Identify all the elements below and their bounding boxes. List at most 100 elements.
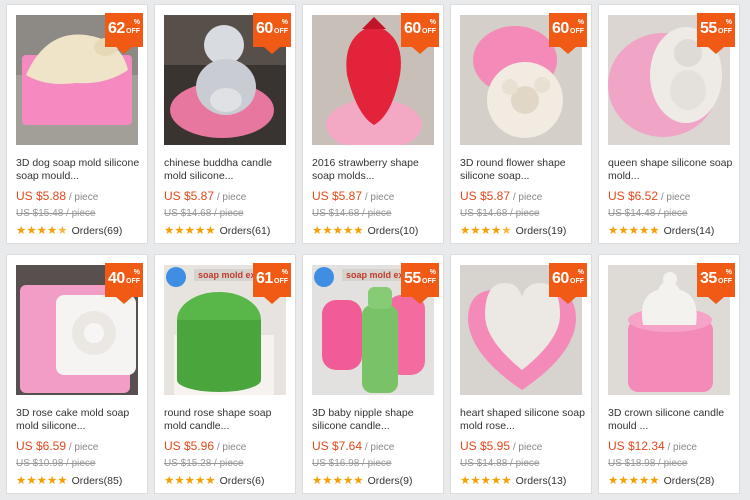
- original-price: US $18.98 / piece: [608, 458, 688, 469]
- price-amount: US $5.88: [16, 189, 67, 203]
- original-price: US $16.98 / piece: [312, 458, 392, 469]
- rating-stars: ★ ★ ★ ★ ★: [608, 225, 660, 237]
- star-icon: ★: [353, 475, 364, 487]
- orders-count[interactable]: Orders(61): [220, 225, 271, 237]
- orders-count[interactable]: Orders(9): [368, 475, 413, 487]
- rating-stars: ★ ★ ★ ★ ★: [164, 225, 216, 237]
- rating-row: ★ ★ ★ ★ ★ Orders(6): [164, 475, 294, 487]
- price-unit: / piece: [214, 442, 247, 453]
- price: US $12.34 / piece: [608, 439, 697, 453]
- original-price: US $10.98 / piece: [16, 458, 96, 469]
- product-title[interactable]: 3D baby nipple shape silicone candle...: [312, 407, 440, 433]
- percent-sign: %: [725, 269, 732, 276]
- product-card[interactable]: 60% OFF heart shaped silicone soap mold ro…: [450, 254, 592, 494]
- percent-sign: %: [133, 19, 140, 26]
- orders-count[interactable]: Orders(85): [72, 475, 123, 487]
- product-title[interactable]: heart shaped silicone soap mold rose...: [460, 407, 588, 433]
- star-icon: ★: [342, 225, 354, 237]
- orders-count[interactable]: Orders(10): [368, 225, 419, 237]
- product-card[interactable]: soap mold ex 61% OFF round rose shape soap …: [154, 254, 296, 494]
- product-card[interactable]: 40% OFF 3D rose cake mold soap mold silico…: [6, 254, 148, 494]
- discount-percent: 60: [256, 20, 273, 37]
- price: US $5.87 / piece: [460, 189, 542, 203]
- star-icon: ★: [57, 225, 68, 237]
- star-icon: ★: [184, 475, 195, 487]
- star-icon: ★: [608, 475, 619, 487]
- off-label: OFF: [718, 28, 732, 35]
- rating-stars: ★ ★ ★ ★ ★: [312, 475, 364, 487]
- orders-count[interactable]: Orders(28): [664, 475, 715, 487]
- original-price: US $15.28 / piece: [164, 458, 244, 469]
- discount-percent: 55: [404, 270, 421, 287]
- star-icon: ★: [353, 225, 364, 237]
- price-amount: US $5.87: [312, 189, 363, 203]
- price-unit: / piece: [510, 442, 543, 453]
- orders-count[interactable]: Orders(19): [516, 225, 567, 237]
- price-unit: / piece: [66, 442, 99, 453]
- product-title[interactable]: chinese buddha candle mold silicone...: [164, 157, 292, 183]
- discount-badge: 60% OFF: [253, 13, 291, 54]
- star-icon: ★: [332, 475, 343, 487]
- product-title[interactable]: round rose shape soap mold candle...: [164, 407, 292, 433]
- orders-count[interactable]: Orders(6): [220, 475, 265, 487]
- star-icon: ★: [57, 475, 68, 487]
- original-price: US $14.48 / piece: [608, 208, 688, 219]
- price-unit: / piece: [362, 442, 395, 453]
- product-card[interactable]: 60% OFF 2016 strawberry shape soap molds..…: [302, 4, 444, 244]
- star-icon: ★: [322, 475, 333, 487]
- star-icon: ★: [470, 225, 481, 237]
- star-icon: ★: [490, 475, 502, 487]
- star-icon: ★: [164, 475, 175, 487]
- price: US $6.52 / piece: [608, 189, 690, 203]
- percent-sign: %: [577, 269, 584, 276]
- product-title[interactable]: 2016 strawberry shape soap molds...: [312, 157, 440, 183]
- price-amount: US $12.34: [608, 439, 665, 453]
- star-icon: ★: [608, 225, 619, 237]
- product-card[interactable]: 62% OFF 3D dog soap mold silicone soap mou…: [6, 4, 148, 244]
- off-label: OFF: [274, 28, 288, 35]
- discount-percent: 62: [108, 20, 125, 37]
- product-title[interactable]: 3D round flower shape silicone soap...: [460, 157, 588, 183]
- star-icon: ★: [480, 475, 491, 487]
- star-icon: ★: [312, 475, 323, 487]
- product-title[interactable]: 3D rose cake mold soap mold silicone...: [16, 407, 144, 433]
- star-icon: ★: [628, 475, 639, 487]
- product-card[interactable]: 55% OFF queen shape silicone soap mold... U…: [598, 4, 740, 244]
- star-icon: ★: [490, 225, 502, 237]
- price: US $7.64 / piece: [312, 439, 394, 453]
- price-unit: / piece: [658, 192, 691, 203]
- orders-count[interactable]: Orders(13): [516, 475, 567, 487]
- discount-badge: 35% OFF: [697, 263, 735, 304]
- discount-badge: 60% OFF: [549, 263, 587, 304]
- percent-sign: %: [429, 269, 436, 276]
- rating-stars: ★ ★ ★ ★ ★: [312, 225, 364, 237]
- star-icon: ★: [194, 225, 206, 237]
- rating-row: ★ ★ ★ ★ ★ Orders(19): [460, 225, 590, 237]
- price: US $5.88 / piece: [16, 189, 98, 203]
- discount-percent: 55: [700, 20, 717, 37]
- price-unit: / piece: [66, 192, 99, 203]
- discount-percent: 60: [552, 20, 569, 37]
- star-icon: ★: [501, 225, 512, 237]
- off-label: OFF: [422, 28, 436, 35]
- star-icon: ★: [205, 225, 216, 237]
- product-card[interactable]: 35% OFF 3D crown silicone candle mould ...…: [598, 254, 740, 494]
- product-title[interactable]: 3D crown silicone candle mould ...: [608, 407, 736, 433]
- discount-percent: 60: [404, 20, 421, 37]
- star-icon: ★: [649, 475, 660, 487]
- orders-count[interactable]: Orders(14): [664, 225, 715, 237]
- product-card[interactable]: soap mold ex 55% OFF 3D baby nipple shape s…: [302, 254, 444, 494]
- percent-sign: %: [281, 19, 288, 26]
- price-amount: US $6.52: [608, 189, 659, 203]
- product-card[interactable]: 60% OFF 3D round flower shape silicone soa…: [450, 4, 592, 244]
- star-icon: ★: [312, 225, 323, 237]
- product-card[interactable]: 60% OFF chinese buddha candle mold silicon…: [154, 4, 296, 244]
- star-icon: ★: [36, 475, 47, 487]
- price-amount: US $6.59: [16, 439, 67, 453]
- off-label: OFF: [422, 278, 436, 285]
- rating-row: ★ ★ ★ ★ ★ Orders(28): [608, 475, 738, 487]
- product-title[interactable]: 3D dog soap mold silicone soap mould...: [16, 157, 144, 183]
- orders-count[interactable]: Orders(69): [72, 225, 123, 237]
- original-price: US $14.88 / piece: [460, 458, 540, 469]
- product-title[interactable]: queen shape silicone soap mold...: [608, 157, 736, 183]
